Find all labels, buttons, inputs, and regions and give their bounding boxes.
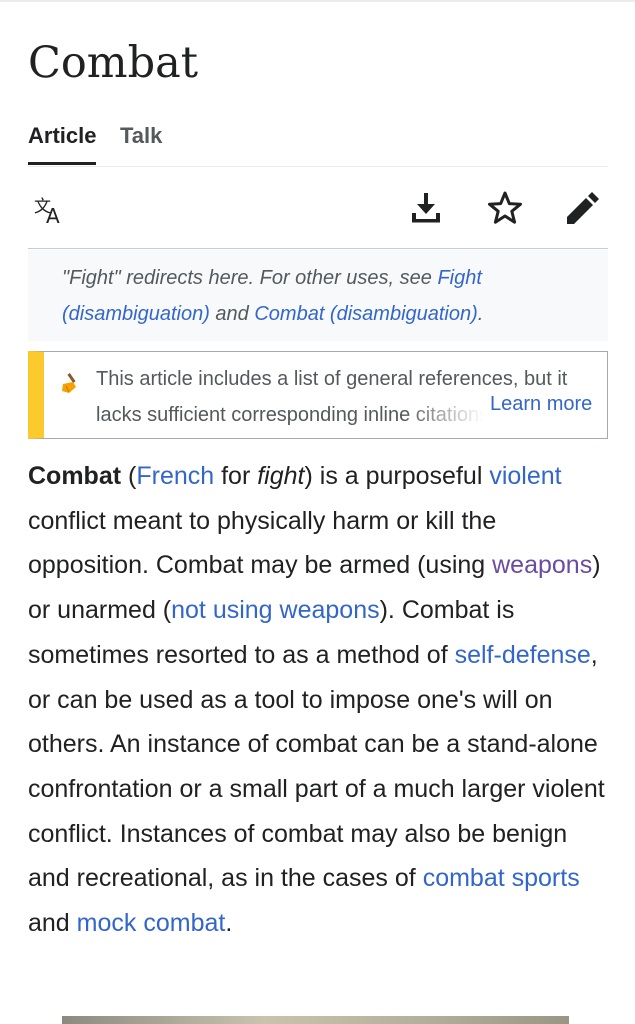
lead-bold-term: Combat	[28, 462, 122, 490]
lead-text: .	[225, 909, 233, 938]
link-violent[interactable]: violent	[489, 462, 561, 490]
hatnote-link-combat-disambiguation[interactable]: Combat (disambiguation)	[254, 303, 477, 325]
translate-icon[interactable]: 文 A	[32, 190, 68, 226]
learn-more-link[interactable]: Learn more	[482, 390, 593, 419]
page-title: Combat	[28, 38, 199, 88]
hatnote-text: "Fight" redirects here. For other uses, …	[62, 267, 438, 289]
lead-text: for	[214, 462, 258, 490]
hatnote-text-end: .	[477, 303, 484, 325]
lead-text: conflict meant to physically harm or kil…	[28, 506, 497, 580]
top-border	[0, 0, 635, 2]
link-combat-sports[interactable]: combat sports	[423, 864, 580, 892]
edit-pencil-icon[interactable]	[563, 190, 599, 226]
lead-text: and	[28, 909, 77, 938]
link-french[interactable]: French	[136, 462, 214, 490]
hatnote: "Fight" redirects here. For other uses, …	[28, 250, 608, 341]
link-weapons[interactable]: weapons	[492, 551, 592, 579]
link-not-using-weapons[interactable]: not using weapons	[171, 596, 379, 624]
link-mock-combat[interactable]: mock combat	[77, 909, 226, 937]
lead-paragraph: Combat (French for fight) is a purposefu…	[28, 454, 613, 946]
article-image[interactable]	[62, 1016, 569, 1024]
svg-text:A: A	[46, 204, 60, 226]
download-icon[interactable]	[408, 190, 444, 226]
tab-talk[interactable]: Talk	[120, 123, 162, 149]
star-icon[interactable]	[487, 190, 523, 226]
lead-text: , or can be used as a tool to impose one…	[28, 640, 605, 893]
page-actions-toolbar: 文 A	[28, 186, 608, 249]
tab-article[interactable]: Article	[28, 123, 97, 165]
lead-italic-fight: fight	[257, 462, 305, 490]
lead-text: ) is a purposeful	[304, 462, 490, 490]
hatnote-text-and: and	[209, 303, 255, 325]
link-self-defense[interactable]: self-defense	[455, 641, 591, 669]
lead-text: (	[121, 462, 137, 490]
broom-icon	[61, 372, 83, 394]
citation-notice-box[interactable]: This article includes a list of general …	[28, 351, 608, 439]
article-tabs: Article Talk	[28, 123, 608, 167]
